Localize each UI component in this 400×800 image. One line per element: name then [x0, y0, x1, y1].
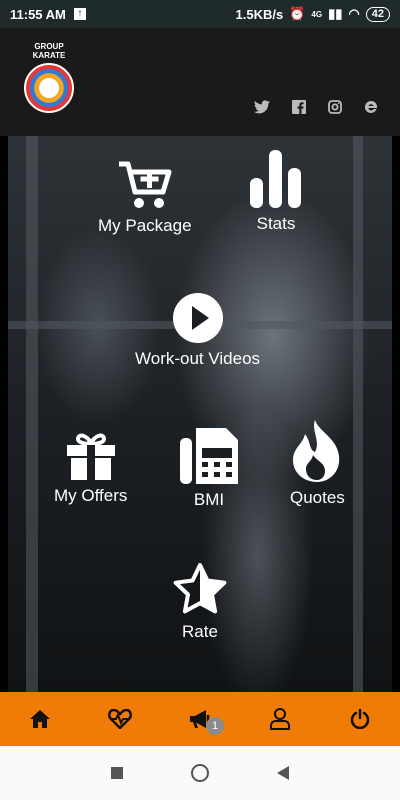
play-icon: [172, 293, 223, 343]
home-icon: [30, 710, 50, 728]
user-icon: [270, 708, 290, 730]
bottom-nav: 1: [0, 692, 400, 746]
gift-icon: [66, 433, 115, 480]
notification-badge: 1: [206, 717, 224, 735]
alarm-icon: ⏰: [289, 6, 306, 21]
network-speed: 1.5KB/s: [235, 6, 284, 22]
system-nav-bar: [0, 746, 400, 800]
app-header: GROUP KARATE: [0, 28, 400, 136]
quotes-button[interactable]: Quotes: [290, 420, 345, 508]
my-offers-button[interactable]: My Offers: [54, 432, 127, 506]
rate-button[interactable]: Rate: [172, 562, 228, 642]
bmi-label: BMI: [193, 490, 225, 509]
bg-bar: [353, 136, 363, 692]
browser-icon[interactable]: [364, 100, 378, 118]
menu-background: My Package Stats Work-out Videos My Offe…: [8, 136, 392, 692]
logout-button[interactable]: [340, 699, 380, 739]
recents-button[interactable]: [111, 767, 123, 779]
network-type: 4G: [311, 9, 323, 19]
calculator-icon: [180, 428, 238, 484]
social-links: [254, 100, 378, 118]
upload-icon: ↑: [73, 8, 86, 20]
bar-chart-icon: [250, 150, 301, 208]
wifi-icon: ◠: [348, 6, 360, 21]
logo-text-2: KARATE: [32, 51, 66, 60]
home-system-button[interactable]: [191, 764, 209, 782]
battery-icon: 42: [365, 6, 390, 22]
bg-bar: [26, 136, 38, 692]
profile-button[interactable]: [260, 699, 300, 739]
fire-icon: [293, 420, 340, 482]
heartbeat-icon: [108, 709, 132, 729]
logo-emblem: [24, 63, 74, 113]
logo-text-1: GROUP: [34, 42, 64, 51]
cart-plus-icon: [118, 161, 172, 208]
power-icon: [350, 709, 370, 729]
home-button[interactable]: [20, 699, 60, 739]
health-button[interactable]: [100, 699, 140, 739]
stats-label: Stats: [256, 214, 296, 233]
facebook-icon[interactable]: [292, 100, 306, 118]
star-icon: [173, 563, 227, 614]
workout-videos-button[interactable]: Work-out Videos: [135, 293, 260, 369]
workout-videos-label: Work-out Videos: [135, 349, 261, 368]
status-bar: 11:55 AM ↑ 1.5KB/s ⏰ 4G ▮▮ ◠ 42: [0, 0, 400, 28]
twitter-icon[interactable]: [254, 100, 270, 118]
my-package-button[interactable]: My Package: [98, 160, 192, 236]
quotes-label: Quotes: [290, 488, 345, 507]
status-time: 11:55 AM: [10, 6, 66, 22]
instagram-icon[interactable]: [328, 100, 342, 118]
app-logo: GROUP KARATE: [24, 42, 74, 113]
announcements-button[interactable]: 1: [180, 699, 224, 739]
my-offers-label: My Offers: [54, 486, 128, 505]
bmi-button[interactable]: BMI: [180, 428, 238, 510]
back-button[interactable]: [277, 766, 289, 780]
signal-icon: ▮▮: [328, 6, 343, 21]
stats-button[interactable]: Stats: [250, 150, 302, 234]
my-package-label: My Package: [98, 216, 192, 235]
rate-label: Rate: [182, 622, 218, 641]
